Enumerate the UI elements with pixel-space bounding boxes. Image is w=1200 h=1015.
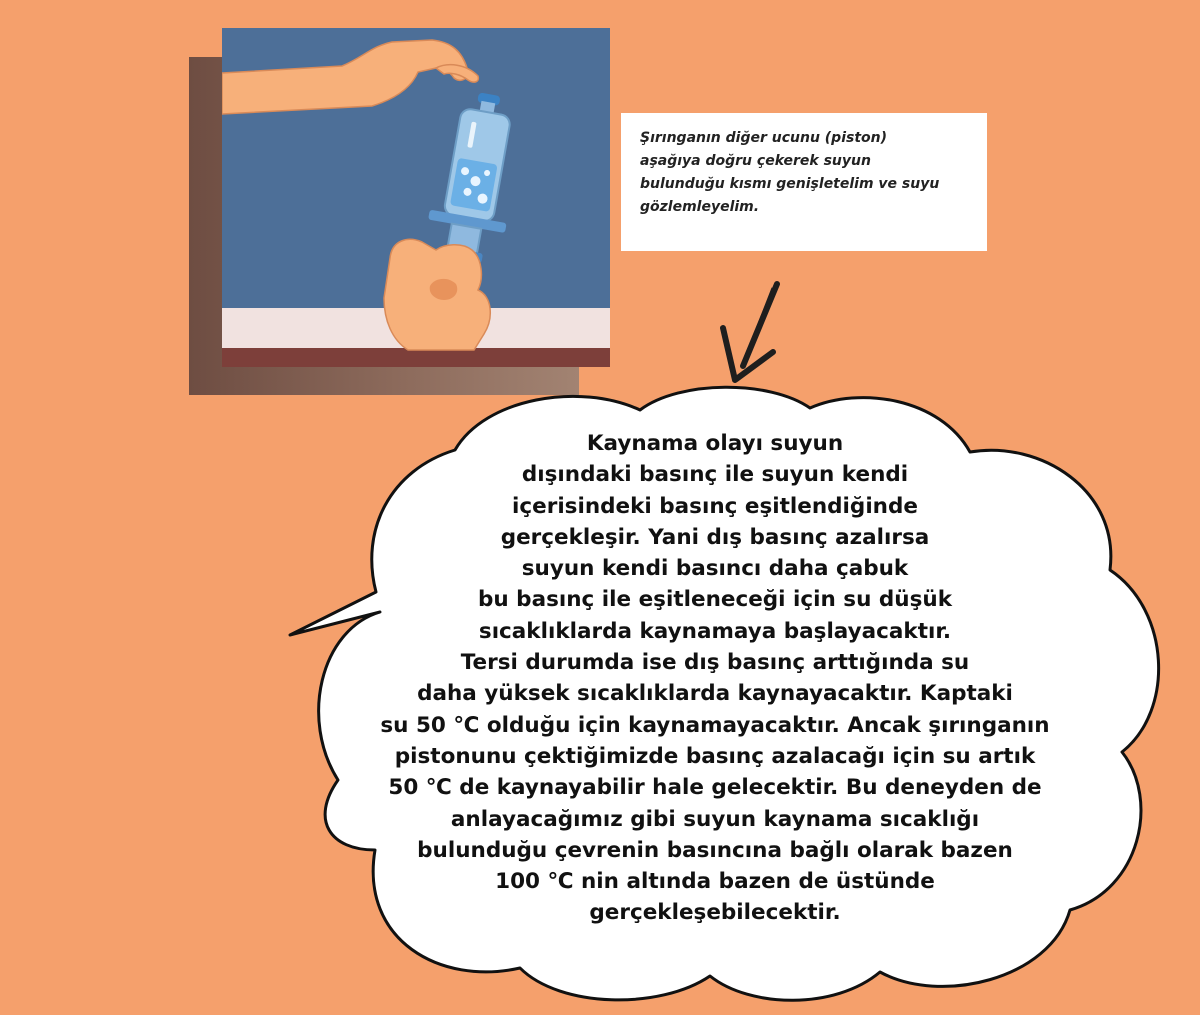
explanation-text: Kaynama olayı suyun dışındaki basınç ile… (380, 431, 1050, 926)
caption-text: Şırınganın diğer ucunu (piston) aşağıya … (640, 130, 940, 215)
hand-drawn-arrow-icon (715, 280, 795, 390)
syringe-illustration (222, 28, 610, 367)
caption-box: Şırınganın diğer ucunu (piston) aşağıya … (621, 113, 987, 251)
